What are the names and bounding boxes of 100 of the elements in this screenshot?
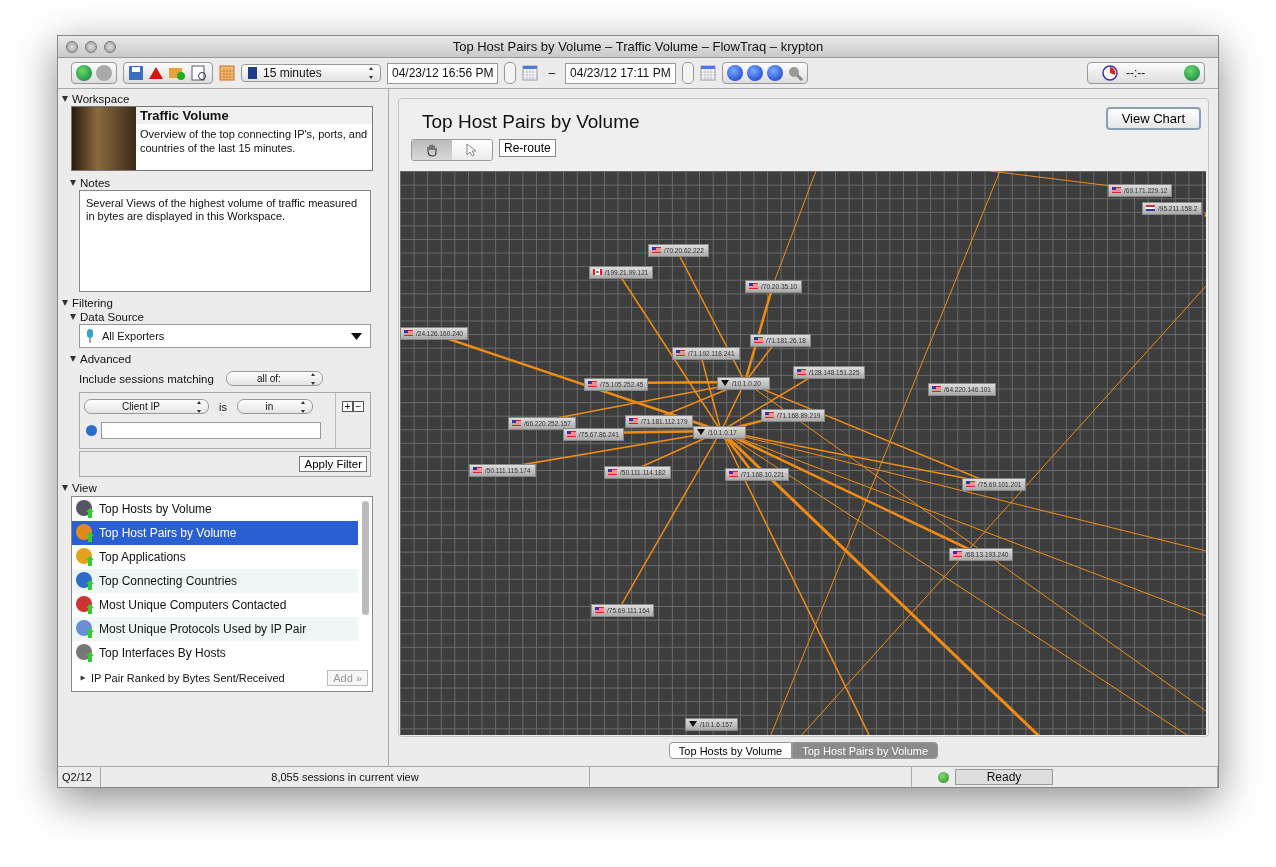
flag-icon <box>588 381 597 388</box>
flag-icon <box>1146 205 1155 212</box>
workspace-description: Overview of the top connecting IP's, ports, and countries of the last 15 minutes. <box>139 127 369 156</box>
local-host-icon <box>721 380 729 387</box>
disclosure-triangle-icon <box>70 355 76 362</box>
stepper-arrows-icon <box>310 372 316 385</box>
field-dropdown[interactable]: Client IP <box>84 399 209 414</box>
end-time-field[interactable]: 04/23/12 17:11 PM <box>565 62 676 84</box>
flag-icon <box>567 431 576 438</box>
view-chart-button[interactable]: View Chart <box>1105 106 1201 130</box>
section-header[interactable]: View <box>62 481 388 494</box>
dropdown-arrow-icon <box>351 332 362 340</box>
view-type-icon <box>73 498 95 520</box>
section-title: Data Source <box>80 310 144 323</box>
flag-icon <box>966 481 975 488</box>
play-icon[interactable] <box>1184 65 1200 81</box>
start-time-stepper[interactable] <box>504 62 517 84</box>
zoom-button[interactable] <box>104 40 116 53</box>
flag-icon <box>754 337 763 344</box>
view-type-icon <box>73 522 95 544</box>
apply-filter-button[interactable]: Apply Filter <box>299 456 367 472</box>
hand-tool-button[interactable] <box>412 140 452 160</box>
flag-icon <box>932 386 941 393</box>
timer-dial-icon <box>1102 65 1118 81</box>
view-list-item[interactable]: Most Unique Protocols Used by IP Pair <box>72 617 358 641</box>
back-icon[interactable] <box>76 65 92 81</box>
view-list-item[interactable]: Most Unique Computers Contacted <box>72 593 358 617</box>
save-icon[interactable] <box>128 65 144 81</box>
end-time-stepper[interactable] <box>681 62 694 84</box>
flag-icon <box>729 471 738 478</box>
rewind-icon[interactable] <box>726 65 743 81</box>
view-tab[interactable]: Top Hosts by Volume <box>668 742 793 759</box>
status-text: Ready <box>955 769 1053 785</box>
minimize-button[interactable] <box>85 40 97 53</box>
add-condition-button[interactable]: + <box>342 401 353 412</box>
view-list-item[interactable]: Top Hosts by Volume <box>72 497 358 521</box>
stepper-arrows-icon <box>369 67 374 79</box>
flag-icon <box>652 247 661 254</box>
flag-icon <box>629 418 638 425</box>
section-header[interactable]: Filtering <box>62 296 388 309</box>
sd-card-icon <box>248 67 257 79</box>
skip-end-icon[interactable] <box>766 65 783 81</box>
scrollbar-thumb[interactable] <box>361 501 369 615</box>
notes-field[interactable]: Several Views of the highest volume of traffic measured in bytes are displayed in this Workspace. <box>79 190 371 292</box>
data-source-dropdown[interactable]: All Exporters <box>79 324 371 348</box>
flag-icon <box>608 469 617 476</box>
flag-icon <box>512 420 521 427</box>
section-title: Advanced <box>80 352 132 365</box>
status-sessions: 8,055 sessions in current view <box>101 767 590 787</box>
time-range-dropdown[interactable]: 15 minutes <box>241 64 381 82</box>
section-title: Workspace <box>72 92 130 105</box>
status-light-icon <box>938 771 949 783</box>
section-title: View <box>72 481 97 494</box>
operator-dropdown[interactable]: in <box>236 399 313 414</box>
remove-condition-button[interactable]: − <box>353 401 364 412</box>
view-list-item[interactable]: Top Interfaces By Hosts <box>72 641 358 665</box>
flag-icon <box>765 412 774 419</box>
local-host-icon <box>689 721 697 728</box>
flag-icon <box>473 467 482 474</box>
calendar-grid-icon[interactable] <box>699 65 716 81</box>
local-host-icon <box>697 429 705 436</box>
view-group-label[interactable]: IP Pair Ranked by Bytes Sent/Received <box>91 672 323 684</box>
flag-icon <box>595 607 604 614</box>
view-list-item[interactable]: Top Connecting Countries <box>72 569 358 593</box>
warning-triangle-icon[interactable] <box>148 65 164 81</box>
view-type-icon <box>73 642 95 664</box>
flag-icon <box>593 269 602 276</box>
status-period: Q2/12 <box>58 767 101 787</box>
close-button[interactable] <box>66 40 78 53</box>
fast-forward-icon[interactable] <box>746 65 763 81</box>
view-type-icon <box>73 618 95 640</box>
view-list-item[interactable]: Top Applications <box>72 545 358 569</box>
value-input[interactable] <box>101 422 321 439</box>
match-mode-dropdown[interactable]: all of: <box>225 371 323 386</box>
operator-label: is <box>219 400 227 413</box>
view-title: Top Host Pairs by Volume <box>422 110 640 133</box>
zoom-icon[interactable] <box>786 65 803 81</box>
forward-icon[interactable] <box>96 65 112 81</box>
re-route-button[interactable]: Re-route <box>499 139 556 157</box>
date-separator: – <box>547 66 557 80</box>
match-label: Include sessions matching <box>79 372 214 385</box>
view-type-icon <box>73 546 95 568</box>
flag-icon <box>676 350 685 357</box>
stepper-arrows-icon <box>197 400 202 413</box>
help-icon[interactable] <box>86 425 97 436</box>
section-title: Filtering <box>72 296 113 309</box>
tool-mode-switch[interactable] <box>411 139 493 161</box>
calendar-grid-icon[interactable] <box>522 65 539 81</box>
start-time-field[interactable]: 04/23/12 16:56 PM <box>387 62 499 84</box>
window-title: Top Host Pairs by Volume – Traffic Volume – FlowTraq – krypton <box>452 39 824 54</box>
flag-icon <box>953 551 962 558</box>
view-list-item[interactable]: Top Host Pairs by Volume <box>72 521 358 545</box>
flag-icon <box>1112 187 1121 194</box>
report-search-icon[interactable] <box>190 65 208 81</box>
microphone-icon <box>86 329 94 343</box>
flag-icon <box>404 330 413 337</box>
timer-readout: --:-- <box>1126 66 1147 80</box>
workspace-title: Traffic Volume <box>136 107 372 124</box>
pointer-tool-button[interactable] <box>452 140 492 160</box>
section-title: Notes <box>80 176 111 189</box>
